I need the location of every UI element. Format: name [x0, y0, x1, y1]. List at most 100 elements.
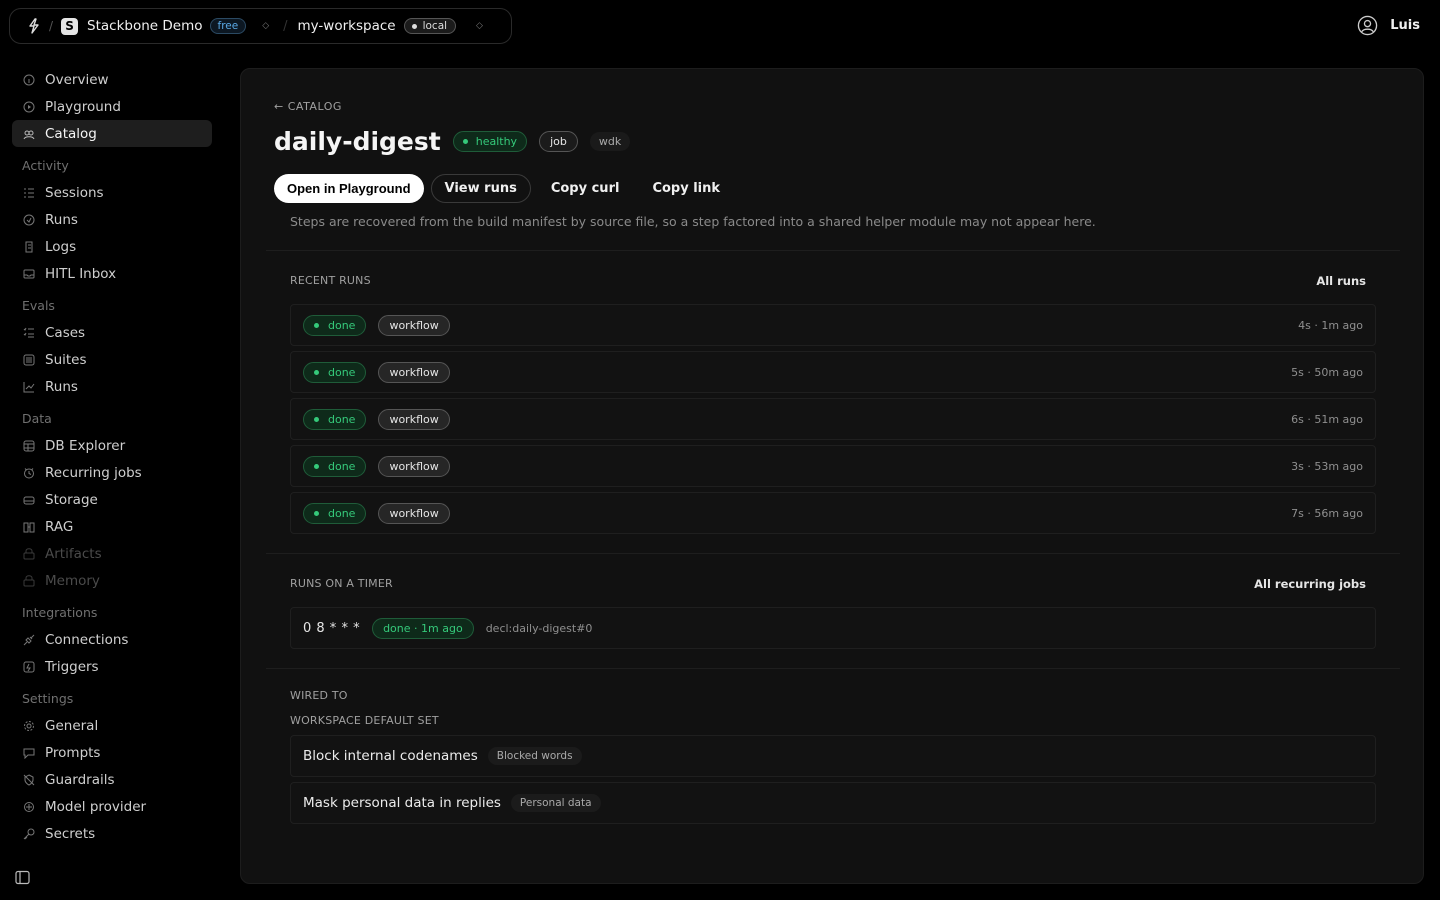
sidebar-item-guardrails[interactable]: Guardrails: [12, 766, 212, 793]
guardrail-row[interactable]: Block internal codenames Blocked words: [290, 735, 1376, 777]
timer-row[interactable]: 0 8 * * * done · 1m ago decl:daily-diges…: [290, 607, 1376, 649]
environment-dot: [411, 23, 417, 29]
sidebar-item-label: Memory: [45, 572, 100, 589]
sidebar-nav: Overview Playground Catalog Activity Ses…: [12, 66, 212, 847]
sidebar-item-storage[interactable]: Storage: [12, 486, 212, 513]
sidebar-item-triggers[interactable]: Triggers: [12, 653, 212, 680]
info-icon: [23, 74, 35, 85]
stackbone-logo-icon[interactable]: [27, 18, 43, 34]
view-runs-button[interactable]: View runs: [430, 174, 531, 203]
all-recurring-jobs-link[interactable]: All recurring jobs: [1254, 577, 1366, 591]
sidebar-item-artifacts: Artifacts: [12, 540, 212, 567]
run-status-badge: done: [303, 455, 367, 477]
run-kind-badge: workflow: [378, 408, 450, 430]
run-row[interactable]: done workflow 3s · 53m ago: [290, 445, 1376, 487]
run-status-badge: done: [303, 361, 367, 383]
sidebar-item-label: Connections: [45, 631, 129, 648]
nav-group-activity: Activity: [22, 158, 69, 173]
sidebar-item-general[interactable]: General: [12, 712, 212, 739]
sidebar-item-catalog[interactable]: Catalog: [12, 120, 212, 147]
run-status-label: done: [328, 459, 356, 473]
org-switcher-chevron-icon[interactable]: ◇: [262, 21, 269, 31]
run-status-label: done: [328, 506, 356, 520]
artifacts-icon: [23, 547, 35, 559]
run-meta: 3s · 53m ago: [1291, 459, 1363, 473]
shield-off-icon: [23, 773, 35, 786]
user-name: Luis: [1390, 18, 1420, 33]
sidebar-item-cases[interactable]: Cases: [12, 319, 212, 346]
sidebar-item-recurring-jobs[interactable]: Recurring jobs: [12, 459, 212, 486]
steps-note: Steps are recovered from the build manif…: [290, 214, 1096, 229]
open-in-playground-button[interactable]: Open in Playground: [274, 174, 424, 203]
sidebar-item-label: General: [45, 717, 99, 734]
run-meta: 5s · 50m ago: [1291, 365, 1363, 379]
workspace-switcher-bar: / S Stackbone Demo free ◇ / my-workspace…: [9, 8, 512, 44]
org-avatar: S: [61, 17, 79, 35]
user-circle-icon: [1358, 15, 1378, 36]
guardrail-name: Mask personal data in replies: [303, 795, 501, 811]
back-to-catalog-link[interactable]: ← CATALOG: [274, 100, 342, 113]
sidebar-item-label: Sessions: [45, 184, 104, 201]
sidebar-item-secrets[interactable]: Secrets: [12, 820, 212, 847]
separator: /: [49, 19, 54, 33]
sidebar-item-suites[interactable]: Suites: [12, 346, 212, 373]
sidebar-item-hitl-inbox[interactable]: HITL Inbox: [12, 260, 212, 287]
run-kind-badge: workflow: [378, 455, 450, 477]
timer-status-badge: done · 1m ago: [372, 617, 474, 639]
play-icon: [23, 101, 35, 112]
run-status-badge: done: [303, 502, 367, 524]
model-icon: [24, 801, 34, 812]
memory-icon: [23, 574, 35, 586]
cron-expression: 0 8 * * *: [303, 620, 361, 636]
sidebar-item-label: Recurring jobs: [45, 464, 142, 481]
status-dot: [314, 463, 319, 469]
copy-link-button[interactable]: Copy link: [639, 174, 733, 203]
sidebar-item-overview[interactable]: Overview: [12, 66, 212, 93]
sidebar-item-runs[interactable]: Runs: [12, 206, 212, 233]
sidebar-item-label: Model provider: [45, 798, 147, 815]
run-row[interactable]: done workflow 4s · 1m ago: [290, 304, 1376, 346]
plan-badge: free: [209, 18, 247, 34]
list-icon: [24, 188, 34, 197]
user-menu[interactable]: Luis: [1357, 15, 1420, 36]
org-name[interactable]: Stackbone Demo: [87, 18, 202, 34]
sidebar-item-label: RAG: [45, 518, 74, 535]
runs-on-timer-heading: RUNS ON A TIMER: [290, 577, 393, 590]
sidebar-item-eval-runs[interactable]: Runs: [12, 373, 212, 400]
workspace-switcher-chevron-icon[interactable]: ◇: [476, 21, 483, 31]
title-row: daily-digest healthy job wdk: [274, 127, 631, 156]
sidebar-item-sessions[interactable]: Sessions: [12, 179, 212, 206]
run-row[interactable]: done workflow 6s · 51m ago: [290, 398, 1376, 440]
guardrail-type-badge: Blocked words: [487, 747, 582, 765]
workspace-name[interactable]: my-workspace: [298, 18, 396, 34]
page-title: daily-digest: [274, 127, 441, 156]
sidebar-item-label: Runs: [45, 211, 78, 228]
sidebar-item-model-provider[interactable]: Model provider: [12, 793, 212, 820]
sidebar-item-db-explorer[interactable]: DB Explorer: [12, 432, 212, 459]
sidebar-item-playground[interactable]: Playground: [12, 93, 212, 120]
sidebar-toggle-icon[interactable]: [15, 870, 30, 885]
run-row[interactable]: done workflow 5s · 50m ago: [290, 351, 1376, 393]
checklist-icon: [23, 327, 34, 337]
sidebar-item-label: Overview: [45, 71, 109, 88]
sidebar-item-logs[interactable]: Logs: [12, 233, 212, 260]
sidebar-item-connections[interactable]: Connections: [12, 626, 212, 653]
sidebar-item-label: Secrets: [45, 825, 96, 842]
rag-icon: [23, 522, 35, 532]
sidebar-item-memory: Memory: [12, 567, 212, 594]
guardrail-row[interactable]: Mask personal data in replies Personal d…: [290, 782, 1376, 824]
divider: [266, 250, 1400, 251]
nav-group-integrations: Integrations: [22, 605, 98, 620]
sidebar-item-rag[interactable]: RAG: [12, 513, 212, 540]
clock-icon: [24, 467, 34, 478]
workspace-default-set-heading: WORKSPACE DEFAULT SET: [290, 714, 439, 727]
run-row[interactable]: done workflow 7s · 56m ago: [290, 492, 1376, 534]
sidebar-item-label: Runs: [45, 378, 78, 395]
all-runs-link[interactable]: All runs: [1316, 274, 1366, 288]
sidebar-item-label: HITL Inbox: [45, 265, 117, 282]
sidebar-item-prompts[interactable]: Prompts: [12, 739, 212, 766]
copy-curl-button[interactable]: Copy curl: [538, 174, 633, 203]
timer-ref: decl:daily-digest#0: [485, 621, 593, 635]
sidebar-item-label: Cases: [45, 324, 86, 341]
sidebar-item-label: Artifacts: [45, 545, 102, 562]
